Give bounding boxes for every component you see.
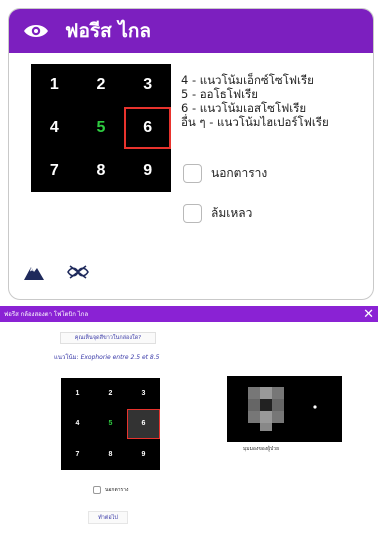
fail-checkbox[interactable] bbox=[183, 204, 202, 223]
mountain-icon[interactable] bbox=[23, 263, 45, 281]
legend-item: 4 - แนวโน้มเอ็กซ์โซโฟเรีย bbox=[181, 73, 314, 87]
patient-view-caption: มุมมองของผู้ป่วย bbox=[243, 446, 280, 452]
legend: 4 - แนวโน้มเอ็กซ์โซโฟเรีย 5 - ออโธโฟเรีย… bbox=[181, 73, 329, 129]
grid-cell-center[interactable]: 5 bbox=[94, 409, 127, 440]
grid-cell[interactable]: 9 bbox=[124, 149, 171, 192]
grid-cell-center[interactable]: 5 bbox=[78, 107, 125, 150]
recommendation-label: แนวโน้ม: bbox=[54, 354, 79, 361]
grid-cell[interactable]: 4 bbox=[31, 107, 78, 150]
dialog-outside-label: นอกตาราง bbox=[105, 487, 129, 493]
number-grid: 1 2 3 4 5 6 7 8 9 bbox=[31, 64, 171, 192]
dialog-header: ฟอรีส กล้องสองตา โฟโตบิก ไกล ✕ bbox=[0, 306, 378, 322]
question-button[interactable]: คุณเห็นจุดสีขาวในกล่องใด? bbox=[60, 332, 156, 344]
grid-cell[interactable]: 7 bbox=[31, 149, 78, 192]
eye-icon bbox=[24, 25, 48, 37]
phoria-card: ฟอรีส ไกล 1 2 3 4 5 6 7 8 9 4 - แนวโน้มเ… bbox=[8, 8, 374, 300]
legend-item: 6 - แนวโน้มเอสโซโฟเรีย bbox=[181, 101, 307, 115]
dialog-outside-checkbox[interactable] bbox=[93, 486, 101, 494]
dialog-title: ฟอรีส กล้องสองตา โฟโตบิก ไกล bbox=[4, 311, 89, 318]
grid-cell[interactable]: 8 bbox=[78, 149, 125, 192]
legend-item: 5 - ออโธโฟเรีย bbox=[181, 87, 258, 101]
crossed-eyes-icon[interactable] bbox=[67, 264, 89, 280]
grid-cell[interactable]: 2 bbox=[94, 378, 127, 409]
grid-cell[interactable]: 3 bbox=[127, 378, 160, 409]
grid-cell-selected[interactable]: 6 bbox=[124, 106, 171, 150]
grid-cell[interactable]: 3 bbox=[124, 64, 171, 107]
card-title: ฟอรีส ไกล bbox=[65, 20, 151, 42]
grid-cell[interactable]: 7 bbox=[61, 439, 94, 470]
grid-cell[interactable]: 9 bbox=[127, 439, 160, 470]
continue-button[interactable]: ทำต่อไป bbox=[88, 511, 128, 524]
recommendation-value: Exophorie entre 2.5 et 8.5 bbox=[80, 354, 160, 361]
fail-label: ล้มเหลว bbox=[211, 206, 253, 220]
outside-grid-checkbox-row[interactable]: นอกตาราง bbox=[183, 164, 267, 183]
grid-cell[interactable]: 2 bbox=[78, 64, 125, 107]
dialog-number-grid: 1 2 3 4 5 6 7 8 9 bbox=[61, 378, 160, 470]
grid-cell-selected[interactable]: 6 bbox=[127, 408, 160, 440]
outside-grid-label: นอกตาราง bbox=[211, 166, 268, 180]
phoria-dialog: ฟอรีส กล้องสองตา โฟโตบิก ไกล ✕ คุณเห็นจุ… bbox=[0, 306, 378, 551]
grid-cell[interactable]: 1 bbox=[31, 64, 78, 107]
grid-cell[interactable]: 1 bbox=[61, 378, 94, 409]
grid-cell[interactable]: 4 bbox=[61, 409, 94, 440]
close-icon[interactable]: ✕ bbox=[363, 308, 374, 321]
card-tools bbox=[23, 263, 89, 281]
dialog-outside-checkbox-row[interactable]: นอกตาราง bbox=[93, 486, 128, 494]
patient-view-panel bbox=[227, 376, 342, 442]
legend-item: อื่น ๆ - แนวโน้มไฮเปอร์โฟเรีย bbox=[181, 115, 329, 129]
fail-checkbox-row[interactable]: ล้มเหลว bbox=[183, 204, 252, 223]
patient-view-image bbox=[227, 376, 342, 442]
card-header: ฟอรีส ไกล bbox=[9, 9, 373, 53]
outside-grid-checkbox[interactable] bbox=[183, 164, 202, 183]
recommendation: แนวโน้ม: Exophorie entre 2.5 et 8.5 bbox=[54, 352, 159, 362]
grid-cell[interactable]: 8 bbox=[94, 439, 127, 470]
